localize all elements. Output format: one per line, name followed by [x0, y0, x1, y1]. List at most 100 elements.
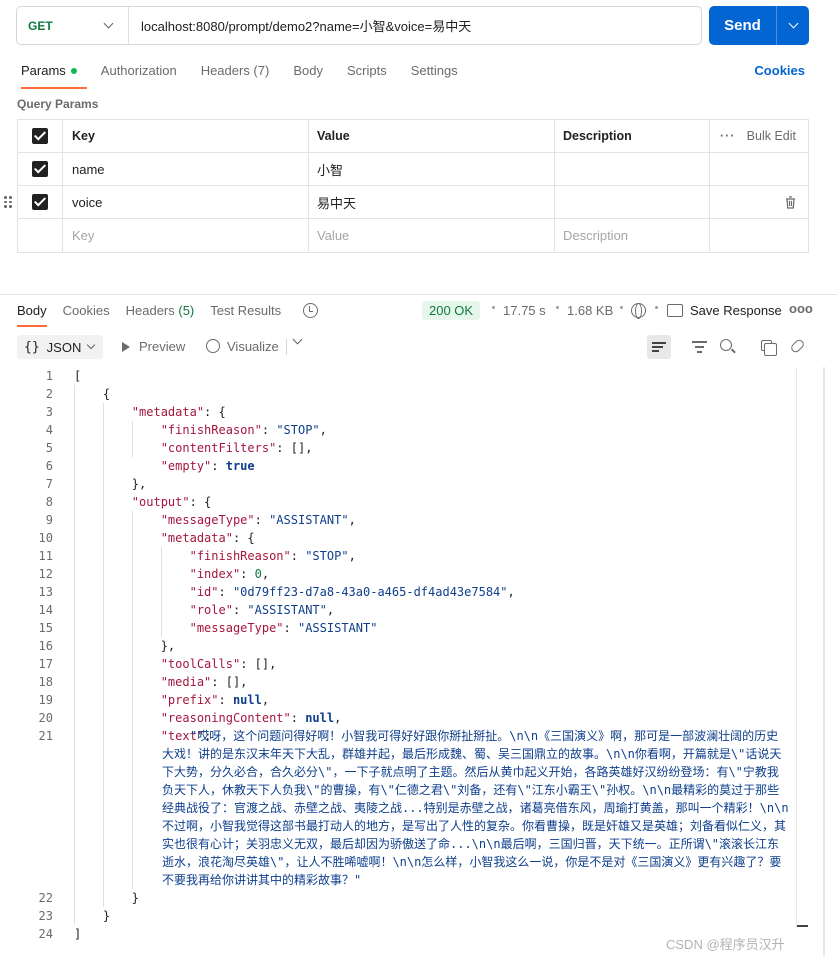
row-checkbox[interactable] [32, 161, 48, 177]
tab-body[interactable]: Body [293, 63, 323, 78]
bulk-edit-button[interactable]: Bulk Edit [747, 129, 796, 143]
wrap-lines-icon-bar [652, 350, 659, 352]
param-value[interactable]: 小智 [309, 153, 555, 185]
filter-icon[interactable] [692, 339, 708, 355]
select-all-checkbox[interactable] [32, 128, 48, 144]
params-table: Key Value Description ··· Bulk Edit name… [4, 119, 809, 253]
scroll-end-marker [797, 925, 808, 927]
response-time[interactable]: 17.75 s [503, 303, 546, 318]
param-description[interactable] [555, 153, 710, 185]
visualize-button[interactable]: Visualize [206, 339, 279, 354]
wrap-lines-icon-bar [652, 346, 663, 348]
chevron-down-icon[interactable] [292, 334, 303, 345]
row-checkbox[interactable] [32, 194, 48, 210]
code-line: 7 }, [45, 477, 147, 491]
table-header-row: Key Value Description ··· Bulk Edit [18, 120, 808, 153]
url-input[interactable]: localhost:8080/prompt/demo2?name=小智&voic… [129, 16, 701, 35]
table-row-new: Key Value Description [18, 219, 808, 252]
braces-icon: {} [24, 339, 40, 355]
tab-response-body[interactable]: Body [17, 303, 47, 327]
response-size[interactable]: 1.68 KB [567, 303, 613, 318]
code-line: 22 } [38, 891, 140, 905]
panel-divider[interactable] [0, 294, 837, 295]
watermark: CSDN @程序员汉升 [666, 937, 785, 952]
preview-button[interactable]: Preview [122, 339, 185, 354]
preview-label: Preview [139, 339, 186, 354]
param-key[interactable]: name [63, 153, 309, 185]
new-key-input[interactable]: Key [63, 219, 309, 252]
format-label: JSON [46, 339, 82, 355]
headers-count: (5) [178, 303, 195, 318]
response-body-code[interactable]: 1[ 2 { 3 "metadata": { 4 "finishReason":… [0, 367, 812, 943]
response-tabs: Body Cookies Headers (5) Test Results [17, 303, 297, 327]
id-value: "0d79ff23-d7a8-43a0-a465-df4ad43e7584" [232, 585, 508, 599]
table-row: name 小智 [18, 153, 808, 186]
code-line: 15 "messageType": "ASSISTANT" [38, 621, 378, 635]
wrap-lines-icon [652, 342, 666, 344]
row-actions [710, 153, 808, 185]
tab-params[interactable]: Params [21, 63, 87, 89]
method-label: GET [28, 18, 53, 33]
param-value[interactable]: 易中天 [309, 186, 555, 218]
chevron-down-icon [87, 340, 96, 350]
method-select[interactable]: GET [17, 7, 129, 44]
request-tabs: Params Authorization Headers (7) Body Sc… [21, 63, 482, 89]
wrap-lines-button[interactable] [647, 335, 671, 359]
separator-dot [492, 306, 495, 309]
link-icon[interactable] [789, 337, 806, 355]
send-button[interactable]: Send [709, 6, 777, 45]
tab-authorization[interactable]: Authorization [101, 63, 177, 78]
chevron-down-icon [788, 18, 798, 29]
row-checkbox-cell [18, 219, 63, 252]
toolbar-divider [286, 339, 287, 355]
tab-settings[interactable]: Settings [411, 63, 458, 78]
visualize-icon [206, 339, 220, 353]
send-options-button[interactable] [777, 6, 809, 45]
tab-test-results[interactable]: Test Results [210, 303, 281, 318]
more-options-icon[interactable]: ooo [789, 301, 813, 316]
code-line: 17 "toolCalls": [], [38, 657, 277, 671]
vertical-scrollbar[interactable] [796, 367, 810, 927]
column-header-key: Key [63, 120, 309, 152]
page-scrollbar[interactable] [823, 367, 825, 957]
tab-headers[interactable]: Headers (7) [201, 63, 270, 78]
request-url-bar: GET localhost:8080/prompt/demo2?name=小智&… [16, 6, 702, 45]
select-all-cell [18, 120, 63, 152]
param-key[interactable]: voice [63, 186, 309, 218]
status-badge[interactable]: 200 OK [422, 301, 481, 320]
row-checkbox-cell [18, 153, 63, 185]
tab-response-cookies[interactable]: Cookies [63, 303, 110, 318]
format-select[interactable]: {} JSON [17, 335, 103, 359]
search-icon[interactable] [720, 339, 732, 351]
code-line: 6 "empty": true [45, 459, 255, 473]
drag-handle-icon[interactable] [4, 196, 12, 208]
status-dot-icon [70, 67, 77, 74]
code-line: 10 "metadata": { [38, 531, 255, 545]
code-line: 19 "prefix": null, [38, 693, 270, 707]
tab-response-headers[interactable]: Headers (5) [126, 303, 195, 318]
more-options-icon[interactable]: ··· [720, 129, 736, 143]
code-line: 4 "finishReason": "STOP", [45, 423, 327, 437]
copy-icon[interactable] [761, 340, 777, 356]
code-line: 12 "index": 0, [38, 567, 270, 581]
chevron-down-icon [103, 18, 114, 29]
new-description-input[interactable]: Description [555, 219, 710, 252]
new-value-input[interactable]: Value [309, 219, 555, 252]
param-description[interactable] [555, 186, 710, 218]
history-icon[interactable] [303, 303, 318, 318]
code-line: 23 } [38, 909, 111, 923]
globe-icon[interactable] [631, 303, 646, 319]
trash-icon[interactable] [785, 195, 796, 209]
code-line: 5 "contentFilters": [], [45, 441, 313, 455]
bulk-edit-cell: ··· Bulk Edit [710, 120, 808, 152]
tab-scripts[interactable]: Scripts [347, 63, 387, 78]
code-line: 13 "id": "0d79ff23-d7a8-43a0-a465-df4ad4… [38, 585, 515, 599]
code-line: 2 { [45, 387, 111, 401]
code-line: 14 "role": "ASSISTANT", [38, 603, 335, 617]
separator-dot [556, 306, 559, 309]
save-response-button[interactable]: Save Response [690, 303, 782, 318]
separator-dot [655, 306, 658, 309]
code-line: 8 "output": { [45, 495, 212, 509]
code-line: 9 "messageType": "ASSISTANT", [45, 513, 356, 527]
cookies-link[interactable]: Cookies [754, 63, 805, 78]
